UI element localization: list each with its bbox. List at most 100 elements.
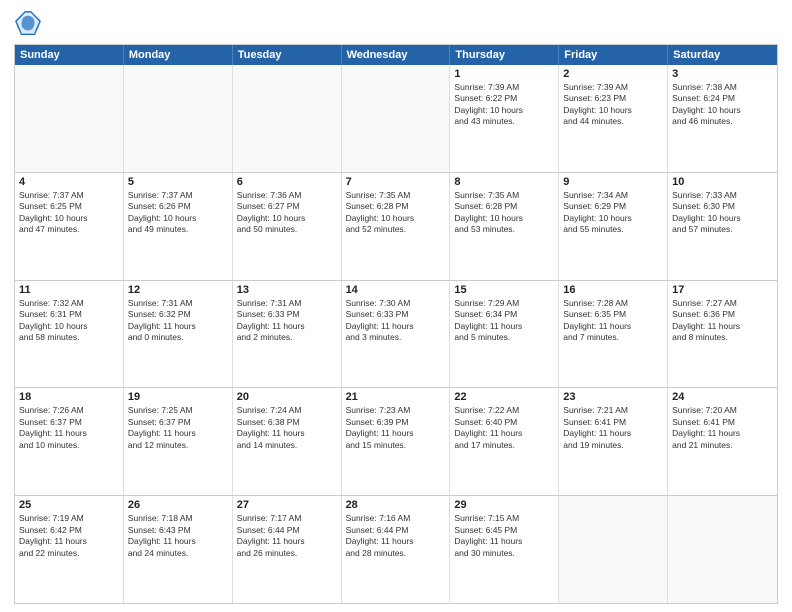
calendar-day-16: 16 Sunrise: 7:28 AM Sunset: 6:35 PM Dayli… (559, 281, 668, 388)
calendar-day-24: 24 Sunrise: 7:20 AM Sunset: 6:41 PM Dayli… (668, 388, 777, 495)
header-day-sunday: Sunday (15, 45, 124, 65)
calendar-day-17: 17 Sunrise: 7:27 AM Sunset: 6:36 PM Dayli… (668, 281, 777, 388)
header-day-wednesday: Wednesday (342, 45, 451, 65)
day-number: 29 (454, 499, 554, 511)
day-info: Sunrise: 7:16 AM Sunset: 6:44 PM Dayligh… (346, 513, 446, 559)
day-number: 6 (237, 176, 337, 188)
calendar-day-9: 9Sunrise: 7:34 AM Sunset: 6:29 PM Daylig… (559, 173, 668, 280)
calendar-day-empty (15, 65, 124, 172)
calendar-day-19: 19 Sunrise: 7:25 AM Sunset: 6:37 PM Dayli… (124, 388, 233, 495)
day-number: 21 (346, 391, 446, 403)
calendar-week-1: 1Sunrise: 7:39 AM Sunset: 6:22 PM Daylig… (15, 65, 777, 172)
calendar-day-26: 26Sunrise: 7:18 AM Sunset: 6:43 PM Dayli… (124, 496, 233, 603)
calendar-body: 1Sunrise: 7:39 AM Sunset: 6:22 PM Daylig… (15, 65, 777, 603)
day-number: 19 (128, 391, 228, 403)
day-info: Sunrise: 7:31 AM Sunset: 6:32 PM Dayligh… (128, 298, 228, 344)
day-number: 11 (19, 284, 119, 296)
calendar-day-21: 21 Sunrise: 7:23 AM Sunset: 6:39 PM Dayli… (342, 388, 451, 495)
day-info: Sunrise: 7:30 AM Sunset: 6:33 PM Dayligh… (346, 298, 446, 344)
day-info: Sunrise: 7:27 AM Sunset: 6:36 PM Dayligh… (672, 298, 773, 344)
day-number: 18 (19, 391, 119, 403)
day-info: Sunrise: 7:31 AM Sunset: 6:33 PM Dayligh… (237, 298, 337, 344)
day-info: Sunrise: 7:20 AM Sunset: 6:41 PM Dayligh… (672, 405, 773, 451)
calendar-day-25: 25Sunrise: 7:19 AM Sunset: 6:42 PM Dayli… (15, 496, 124, 603)
calendar-day-22: 22Sunrise: 7:22 AM Sunset: 6:40 PM Dayli… (450, 388, 559, 495)
day-info: Sunrise: 7:37 AM Sunset: 6:26 PM Dayligh… (128, 190, 228, 236)
calendar-day-3: 3 Sunrise: 7:38 AM Sunset: 6:24 PM Daylig… (668, 65, 777, 172)
day-number: 12 (128, 284, 228, 296)
calendar-day-27: 27 Sunrise: 7:17 AM Sunset: 6:44 PM Dayli… (233, 496, 342, 603)
calendar-day-12: 12 Sunrise: 7:31 AM Sunset: 6:32 PM Dayli… (124, 281, 233, 388)
calendar-week-3: 11 Sunrise: 7:32 AM Sunset: 6:31 PM Dayli… (15, 280, 777, 388)
day-info: Sunrise: 7:21 AM Sunset: 6:41 PM Dayligh… (563, 405, 663, 451)
day-number: 9 (563, 176, 663, 188)
calendar-day-1: 1Sunrise: 7:39 AM Sunset: 6:22 PM Daylig… (450, 65, 559, 172)
logo (14, 10, 46, 38)
calendar-day-4: 4Sunrise: 7:37 AM Sunset: 6:25 PM Daylig… (15, 173, 124, 280)
calendar-day-29: 29 Sunrise: 7:15 AM Sunset: 6:45 PM Dayli… (450, 496, 559, 603)
header-day-thursday: Thursday (450, 45, 559, 65)
calendar-day-2: 2Sunrise: 7:39 AM Sunset: 6:23 PM Daylig… (559, 65, 668, 172)
day-number: 15 (454, 284, 554, 296)
day-info: Sunrise: 7:24 AM Sunset: 6:38 PM Dayligh… (237, 405, 337, 451)
day-number: 10 (672, 176, 773, 188)
day-number: 13 (237, 284, 337, 296)
day-info: Sunrise: 7:28 AM Sunset: 6:35 PM Dayligh… (563, 298, 663, 344)
calendar-day-empty (124, 65, 233, 172)
calendar-day-13: 13 Sunrise: 7:31 AM Sunset: 6:33 PM Dayli… (233, 281, 342, 388)
day-number: 1 (454, 68, 554, 80)
day-info: Sunrise: 7:26 AM Sunset: 6:37 PM Dayligh… (19, 405, 119, 451)
day-info: Sunrise: 7:19 AM Sunset: 6:42 PM Dayligh… (19, 513, 119, 559)
header-day-tuesday: Tuesday (233, 45, 342, 65)
day-info: Sunrise: 7:35 AM Sunset: 6:28 PM Dayligh… (346, 190, 446, 236)
day-number: 2 (563, 68, 663, 80)
calendar-day-empty (559, 496, 668, 603)
day-number: 28 (346, 499, 446, 511)
calendar-day-20: 20 Sunrise: 7:24 AM Sunset: 6:38 PM Dayli… (233, 388, 342, 495)
calendar-day-5: 5 Sunrise: 7:37 AM Sunset: 6:26 PM Daylig… (124, 173, 233, 280)
day-info: Sunrise: 7:36 AM Sunset: 6:27 PM Dayligh… (237, 190, 337, 236)
day-number: 23 (563, 391, 663, 403)
day-info: Sunrise: 7:15 AM Sunset: 6:45 PM Dayligh… (454, 513, 554, 559)
calendar-week-2: 4Sunrise: 7:37 AM Sunset: 6:25 PM Daylig… (15, 172, 777, 280)
day-info: Sunrise: 7:37 AM Sunset: 6:25 PM Dayligh… (19, 190, 119, 236)
day-number: 5 (128, 176, 228, 188)
day-info: Sunrise: 7:33 AM Sunset: 6:30 PM Dayligh… (672, 190, 773, 236)
day-info: Sunrise: 7:38 AM Sunset: 6:24 PM Dayligh… (672, 82, 773, 128)
day-number: 20 (237, 391, 337, 403)
calendar: SundayMondayTuesdayWednesdayThursdayFrid… (14, 44, 778, 604)
day-number: 24 (672, 391, 773, 403)
header-day-friday: Friday (559, 45, 668, 65)
day-info: Sunrise: 7:22 AM Sunset: 6:40 PM Dayligh… (454, 405, 554, 451)
page: SundayMondayTuesdayWednesdayThursdayFrid… (0, 0, 792, 612)
day-info: Sunrise: 7:29 AM Sunset: 6:34 PM Dayligh… (454, 298, 554, 344)
calendar-day-15: 15 Sunrise: 7:29 AM Sunset: 6:34 PM Dayli… (450, 281, 559, 388)
day-number: 7 (346, 176, 446, 188)
day-number: 16 (563, 284, 663, 296)
day-info: Sunrise: 7:23 AM Sunset: 6:39 PM Dayligh… (346, 405, 446, 451)
calendar-day-8: 8 Sunrise: 7:35 AM Sunset: 6:28 PM Daylig… (450, 173, 559, 280)
day-number: 3 (672, 68, 773, 80)
calendar-day-empty (342, 65, 451, 172)
calendar-day-28: 28 Sunrise: 7:16 AM Sunset: 6:44 PM Dayli… (342, 496, 451, 603)
calendar-day-11: 11 Sunrise: 7:32 AM Sunset: 6:31 PM Dayli… (15, 281, 124, 388)
day-number: 14 (346, 284, 446, 296)
logo-icon (14, 10, 42, 38)
day-info: Sunrise: 7:35 AM Sunset: 6:28 PM Dayligh… (454, 190, 554, 236)
header (14, 10, 778, 38)
header-day-saturday: Saturday (668, 45, 777, 65)
calendar-day-18: 18 Sunrise: 7:26 AM Sunset: 6:37 PM Dayli… (15, 388, 124, 495)
day-number: 17 (672, 284, 773, 296)
calendar-week-4: 18 Sunrise: 7:26 AM Sunset: 6:37 PM Dayli… (15, 387, 777, 495)
calendar-day-14: 14 Sunrise: 7:30 AM Sunset: 6:33 PM Dayli… (342, 281, 451, 388)
day-info: Sunrise: 7:25 AM Sunset: 6:37 PM Dayligh… (128, 405, 228, 451)
calendar-day-10: 10 Sunrise: 7:33 AM Sunset: 6:30 PM Dayli… (668, 173, 777, 280)
calendar-day-empty (668, 496, 777, 603)
day-number: 26 (128, 499, 228, 511)
day-number: 8 (454, 176, 554, 188)
day-number: 27 (237, 499, 337, 511)
day-info: Sunrise: 7:17 AM Sunset: 6:44 PM Dayligh… (237, 513, 337, 559)
day-info: Sunrise: 7:32 AM Sunset: 6:31 PM Dayligh… (19, 298, 119, 344)
calendar-day-empty (233, 65, 342, 172)
calendar-day-7: 7 Sunrise: 7:35 AM Sunset: 6:28 PM Daylig… (342, 173, 451, 280)
